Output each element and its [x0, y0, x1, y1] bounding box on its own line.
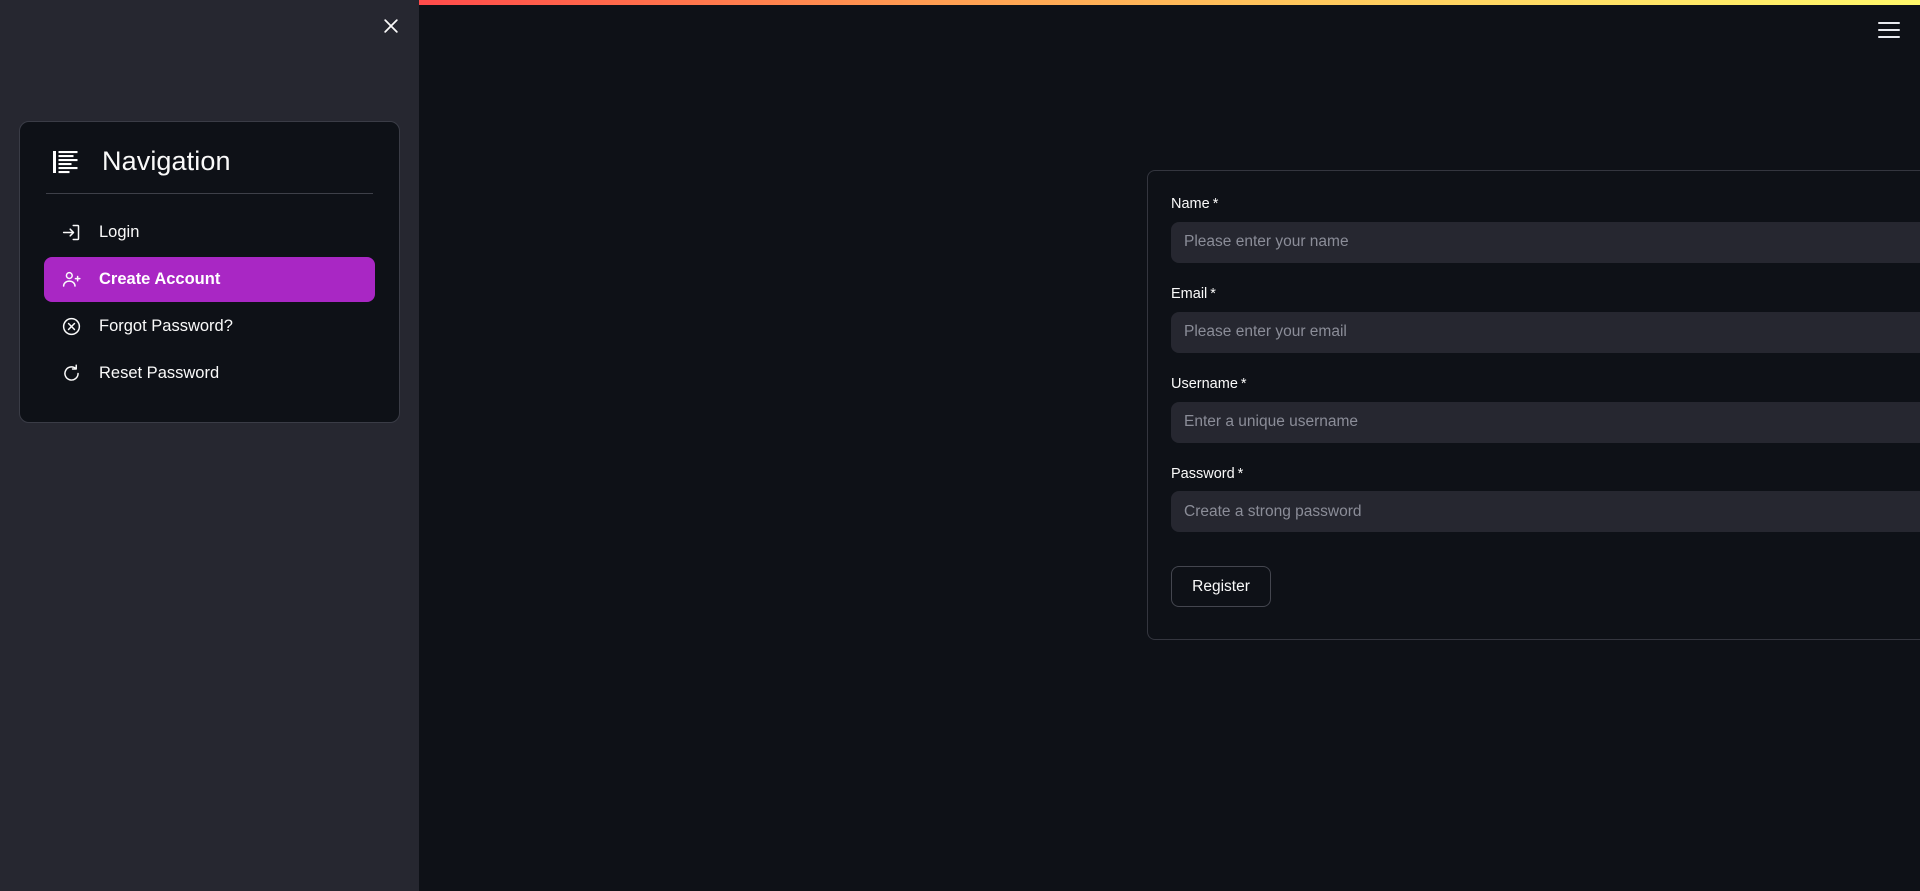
label-text: Password: [1171, 465, 1235, 482]
top-accent-bar: [419, 0, 1920, 5]
app-root: Name* Email* Username*: [0, 0, 1920, 891]
sidebar-item-label: Create Account: [99, 270, 221, 289]
hamburger-line: [1878, 36, 1900, 38]
field-label-name: Name *: [1171, 195, 1920, 214]
form-actions: Register: [1171, 566, 1920, 608]
sidebar-item-forgot-password[interactable]: Forgot Password?: [44, 304, 375, 349]
email-input-wrap: [1171, 311, 1920, 353]
sidebar-item-login[interactable]: Login: [44, 210, 375, 255]
sidebar-item-reset-password[interactable]: Reset Password: [44, 351, 375, 396]
username-input-wrap: [1171, 401, 1920, 443]
navigation-list: Login Create Account Forgot Password? Re…: [44, 210, 375, 396]
navigation-divider: [46, 193, 373, 194]
sidebar-item-label: Forgot Password?: [99, 317, 233, 336]
required-marker: *: [1237, 465, 1244, 482]
field-label-email: Email *: [1171, 285, 1920, 304]
field-email: Email *: [1171, 285, 1920, 353]
field-label-password: Password *: [1171, 465, 1920, 484]
hamburger-line: [1878, 22, 1900, 24]
name-input-wrap: [1171, 221, 1920, 263]
close-icon[interactable]: [375, 10, 407, 42]
navigation-header: Navigation: [44, 144, 375, 175]
label-text: Username: [1171, 375, 1238, 392]
navigation-drawer: Navigation Login Create Account Forgot P…: [0, 0, 419, 891]
user-plus-icon: [60, 269, 82, 291]
email-input[interactable]: [1171, 311, 1920, 353]
required-marker: *: [1212, 196, 1219, 212]
required-marker: *: [1210, 285, 1216, 302]
name-input[interactable]: [1171, 221, 1920, 263]
navigation-card: Navigation Login Create Account Forgot P…: [19, 121, 400, 423]
hamburger-menu-icon[interactable]: [1872, 13, 1906, 47]
field-password: Password *: [1171, 465, 1920, 533]
hamburger-line: [1878, 29, 1900, 31]
register-form-card: Name* Email* Username*: [1147, 170, 1920, 641]
required-marker: *: [1240, 375, 1247, 392]
username-input[interactable]: [1171, 401, 1920, 443]
field-username: Username *: [1171, 375, 1920, 443]
sidebar-item-create-account[interactable]: Create Account: [44, 257, 375, 302]
sidebar-item-label: Reset Password: [99, 364, 220, 383]
label-text: Name: [1171, 196, 1210, 212]
password-input[interactable]: [1171, 491, 1920, 533]
reset-rotate-icon: [60, 363, 82, 385]
label-text: Email: [1171, 285, 1208, 302]
password-input-wrap: [1171, 491, 1920, 533]
register-button[interactable]: Register: [1171, 566, 1271, 608]
field-name: Name *: [1171, 195, 1920, 263]
navigation-title: Navigation: [102, 146, 231, 176]
main-content-region: Name* Email* Username*: [419, 0, 1920, 891]
sidebar-item-label: Login: [99, 223, 140, 242]
field-label-username: Username *: [1171, 375, 1920, 394]
login-arrow-icon: [60, 222, 82, 244]
list-lines-icon: [52, 149, 82, 175]
x-circle-icon: [60, 316, 82, 338]
